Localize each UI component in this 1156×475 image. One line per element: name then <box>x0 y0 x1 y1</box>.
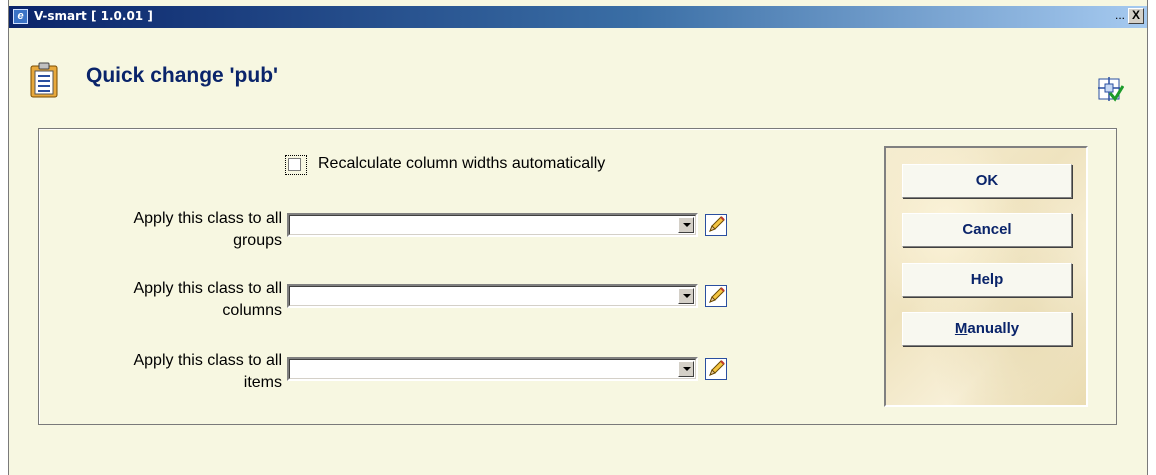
groups-class-label-line2: groups <box>233 232 282 249</box>
pencil-icon[interactable] <box>705 285 727 307</box>
items-class-select[interactable] <box>287 357 698 381</box>
clipboard-icon <box>30 62 58 98</box>
cancel-button[interactable]: Cancel <box>902 213 1072 247</box>
groups-class-select-border <box>289 215 696 235</box>
items-class-label: Apply this class to all items <box>82 350 282 394</box>
chevron-down-icon[interactable] <box>678 361 694 377</box>
page-title: Quick change 'pub' <box>86 64 279 87</box>
items-class-label-line1: Apply this class to all <box>133 352 282 369</box>
recalculate-widths-label: Recalculate column widths automatically <box>318 155 606 172</box>
chevron-down-icon[interactable] <box>678 288 694 304</box>
columns-class-label-line1: Apply this class to all <box>133 280 282 297</box>
app-icon: e <box>13 9 28 24</box>
groups-class-select[interactable] <box>287 213 698 237</box>
close-button[interactable]: X <box>1128 8 1144 24</box>
groups-class-label: Apply this class to all groups <box>82 208 282 252</box>
manually-button[interactable]: Manually <box>902 312 1072 346</box>
items-class-label-line2: items <box>243 374 282 391</box>
recalculate-widths-checkbox[interactable] <box>288 158 301 171</box>
window-title: V-smart [ 1.0.01 ] <box>34 9 153 23</box>
manually-label-rest: anually <box>967 320 1020 337</box>
groups-class-label-line1: Apply this class to all <box>133 210 282 227</box>
chevron-down-icon[interactable] <box>678 217 694 233</box>
columns-class-label: Apply this class to all columns <box>82 278 282 322</box>
button-panel: OK Cancel Help Manually <box>884 146 1088 407</box>
manually-accel-key: M <box>954 320 968 337</box>
window-ellipsis: ... <box>1114 8 1125 22</box>
pencil-icon[interactable] <box>705 358 727 380</box>
layout-check-icon[interactable] <box>1098 76 1124 102</box>
help-button[interactable]: Help <box>902 263 1072 297</box>
columns-class-select-border <box>289 286 696 306</box>
pencil-icon[interactable] <box>705 214 727 236</box>
ok-button[interactable]: OK <box>902 164 1072 198</box>
columns-class-select[interactable] <box>287 284 698 308</box>
columns-class-label-line2: columns <box>222 302 282 319</box>
items-class-select-border <box>289 359 696 379</box>
window-titlebar[interactable]: e V-smart [ 1.0.01 ] ... X <box>9 6 1147 28</box>
